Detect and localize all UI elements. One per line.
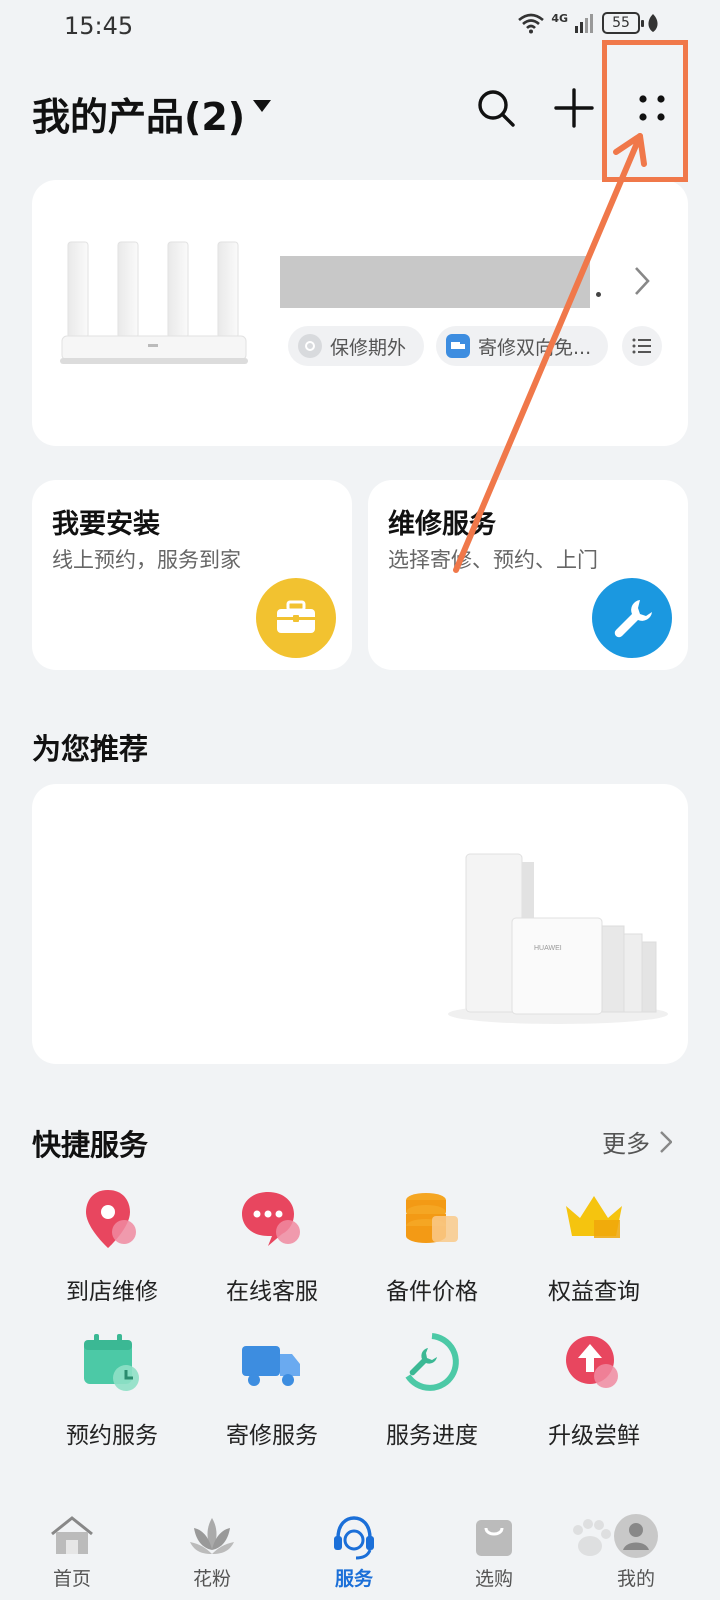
install-title: 我要安装 bbox=[52, 509, 160, 540]
repair-service-card[interactable]: 维修服务 选择寄修、预约、上门 bbox=[368, 480, 688, 670]
repair-title: 维修服务 bbox=[388, 509, 496, 540]
progress-wrench-icon bbox=[405, 1333, 459, 1391]
install-subtitle: 线上预约，服务到家 bbox=[52, 548, 241, 572]
quick-item-progress[interactable]: 服务进度 bbox=[350, 1330, 514, 1460]
more-label: 更多 bbox=[602, 1130, 650, 1158]
shopping-bag-icon bbox=[476, 1520, 512, 1556]
shield-icon bbox=[298, 334, 322, 358]
lotus-icon bbox=[190, 1518, 234, 1554]
page-title[interactable]: 我的产品(2) bbox=[32, 86, 245, 141]
upgrade-arrow-icon bbox=[566, 1336, 618, 1388]
quick-item-appointment[interactable]: 预约服务 bbox=[30, 1330, 194, 1460]
tab-label: 服务 bbox=[334, 1568, 373, 1590]
quick-item-label: 寄修服务 bbox=[226, 1423, 318, 1449]
leaf-icon bbox=[648, 14, 658, 32]
annotation-highlight-box bbox=[602, 40, 688, 182]
product-card[interactable]: 保修期外 寄修双向免... bbox=[32, 180, 688, 446]
recommend-banner[interactable]: HUAWEI bbox=[32, 784, 688, 1064]
battery-icon: 55 bbox=[602, 12, 644, 34]
tab-service[interactable]: 服务 bbox=[294, 1506, 414, 1596]
mesh-router-image: HUAWEI bbox=[448, 853, 668, 1024]
chevron-right-icon[interactable] bbox=[634, 266, 650, 296]
quick-item-label: 权益查询 bbox=[548, 1279, 640, 1305]
quick-services-title: 快捷服务 bbox=[32, 1128, 149, 1162]
router-image bbox=[60, 241, 248, 364]
add-icon bbox=[554, 88, 594, 128]
search-icon bbox=[478, 90, 515, 127]
quick-item-upgrade[interactable]: 升级尝鲜 bbox=[512, 1330, 676, 1460]
search-button[interactable] bbox=[468, 80, 524, 136]
quick-item-label: 预约服务 bbox=[66, 1423, 158, 1449]
repair-tag[interactable]: 寄修双向免... bbox=[436, 326, 608, 366]
coin-stack-icon bbox=[406, 1193, 458, 1243]
chevron-right-icon bbox=[660, 1130, 672, 1153]
quick-item-benefits[interactable]: 权益查询 bbox=[512, 1186, 676, 1316]
status-icons: 4G 55 bbox=[517, 12, 660, 34]
wrench-icon bbox=[592, 578, 672, 658]
network-type: 4G bbox=[551, 11, 568, 25]
add-button[interactable] bbox=[546, 80, 602, 136]
quick-item-label: 备件价格 bbox=[386, 1279, 478, 1305]
quick-item-label: 到店维修 bbox=[66, 1279, 158, 1305]
chat-bubble-icon bbox=[242, 1192, 300, 1246]
calendar-clock-icon bbox=[84, 1334, 139, 1391]
wifi-icon bbox=[518, 13, 545, 34]
name-dot bbox=[596, 292, 601, 297]
tab-community[interactable]: 花粉 bbox=[152, 1506, 272, 1596]
tab-label: 花粉 bbox=[192, 1568, 231, 1590]
quick-item-label: 在线客服 bbox=[226, 1279, 318, 1305]
brand-text: HUAWEI bbox=[534, 945, 562, 952]
home-icon bbox=[51, 1516, 93, 1554]
truck-icon bbox=[446, 334, 470, 358]
tab-label: 首页 bbox=[52, 1568, 91, 1590]
quick-item-parts-price[interactable]: 备件价格 bbox=[350, 1186, 514, 1316]
recommend-title: 为您推荐 bbox=[32, 732, 149, 766]
quick-item-label: 服务进度 bbox=[386, 1423, 478, 1449]
delivery-truck-icon bbox=[242, 1346, 300, 1386]
list-button[interactable] bbox=[622, 326, 662, 366]
signal-icon bbox=[575, 14, 593, 33]
install-service-card[interactable]: 我要安装 线上预约，服务到家 bbox=[32, 480, 352, 670]
list-icon bbox=[632, 338, 651, 354]
warranty-tag[interactable]: 保修期外 bbox=[288, 326, 424, 366]
tab-home[interactable]: 首页 bbox=[12, 1506, 132, 1596]
watermark-paw-icon bbox=[573, 1519, 611, 1556]
repair-tag-label: 寄修双向免... bbox=[478, 336, 592, 359]
caret-down-icon[interactable] bbox=[252, 98, 272, 114]
quick-item-online-support[interactable]: 在线客服 bbox=[190, 1186, 354, 1316]
headset-icon bbox=[334, 1516, 374, 1560]
status-time: 15:45 bbox=[64, 12, 134, 40]
more-link[interactable]: 更多 bbox=[602, 1124, 672, 1159]
product-name-redacted bbox=[280, 256, 590, 308]
location-pin-icon bbox=[86, 1190, 136, 1248]
crown-icon bbox=[566, 1196, 622, 1238]
quick-item-label: 升级尝鲜 bbox=[548, 1423, 640, 1449]
warranty-tag-label: 保修期外 bbox=[330, 336, 407, 359]
quick-item-store-repair[interactable]: 到店维修 bbox=[30, 1186, 194, 1316]
quick-item-mail-repair[interactable]: 寄修服务 bbox=[190, 1330, 354, 1460]
toolbox-icon bbox=[256, 578, 336, 658]
repair-subtitle: 选择寄修、预约、上门 bbox=[388, 548, 598, 572]
